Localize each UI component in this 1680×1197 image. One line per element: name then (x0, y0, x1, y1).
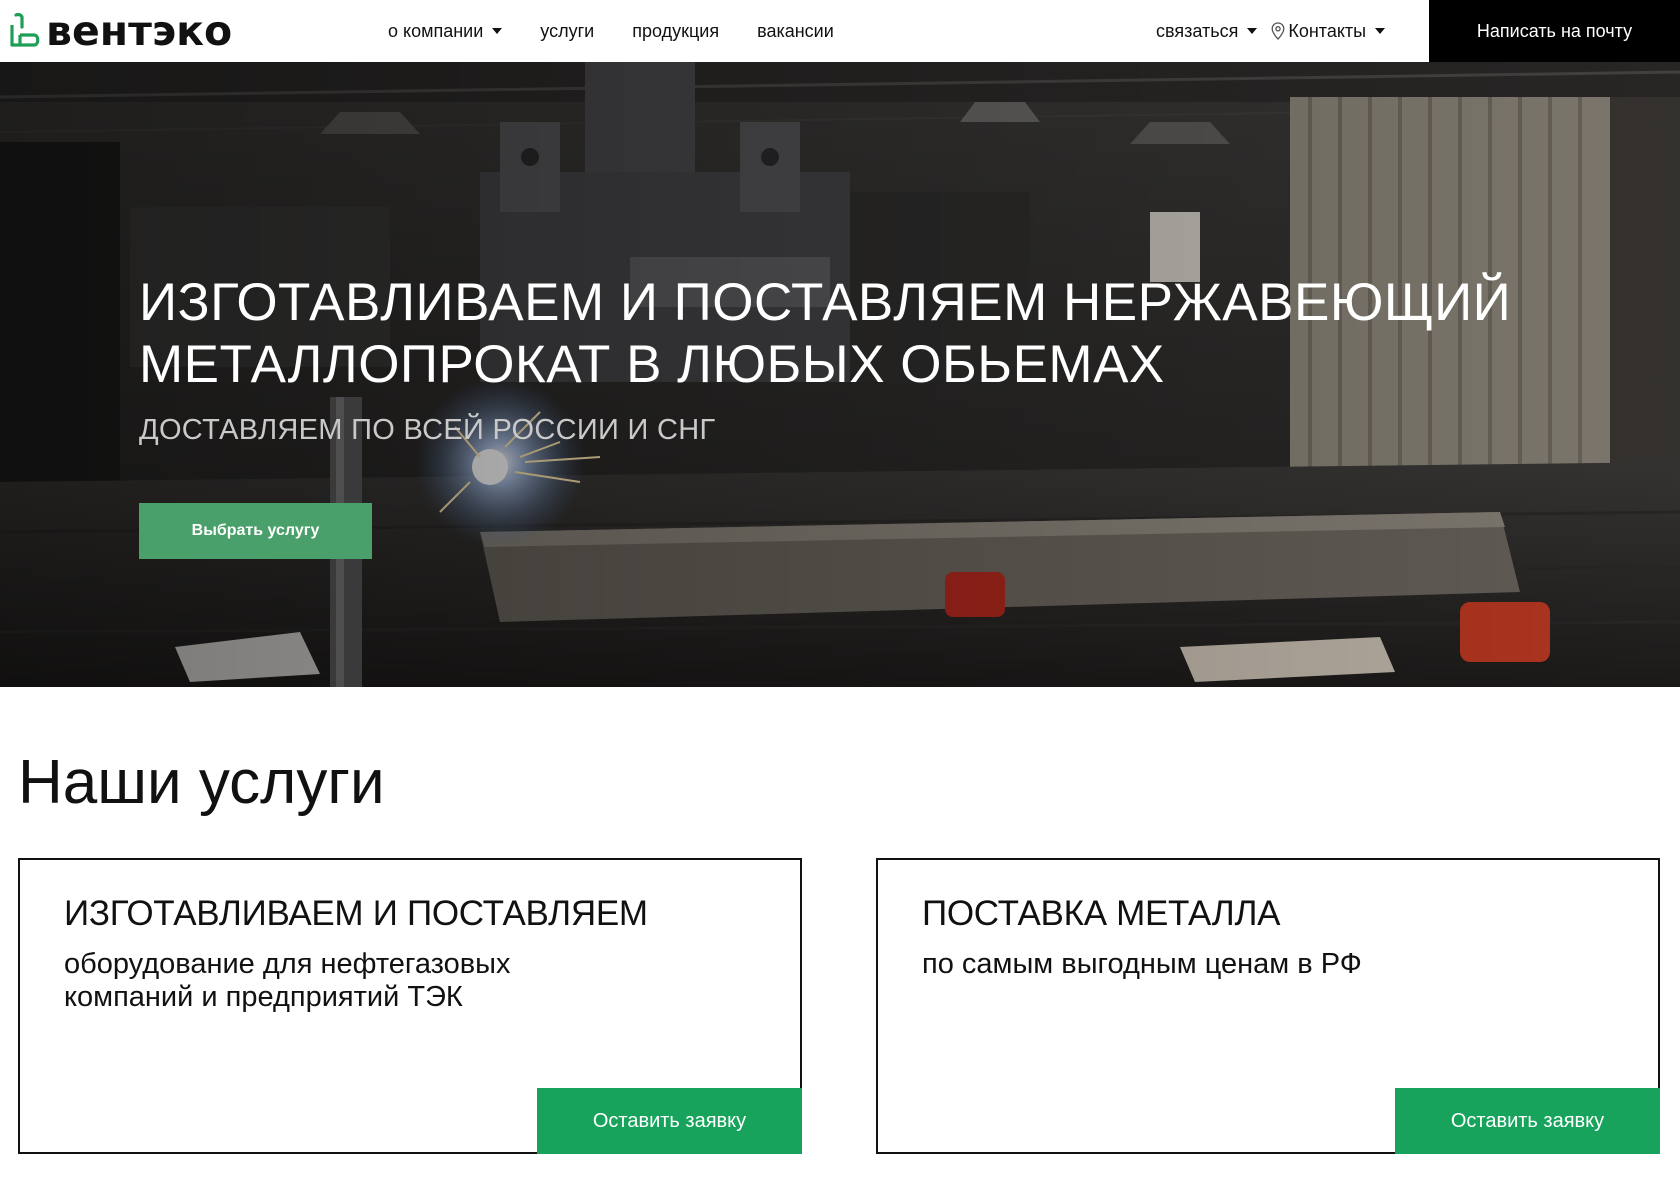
card-title: ИЗГОТАВЛИВАЕМ И ПОСТАВЛЯЕМ (64, 894, 648, 933)
contacts-label: Контакты (1288, 20, 1367, 41)
logo-text: вентэко (46, 7, 233, 55)
nav-item-label: продукция (632, 20, 720, 41)
contacts-dropdown[interactable]: Контакты (1271, 20, 1386, 42)
services-title: Наши услуги (18, 748, 385, 817)
hero-section: ИЗГОТАВЛИВАЕМ И ПОСТАВЛЯЕМ НЕРЖАВЕЮЩИЙ М… (0, 62, 1680, 687)
location-pin-icon (1271, 22, 1285, 40)
logo[interactable]: вентэко (8, 10, 232, 52)
hero-title: ИЗГОТАВЛИВАЕМ И ПОСТАВЛЯЕМ НЕРЖАВЕЮЩИЙ М… (139, 272, 1589, 396)
card-description-line-1: по самым выгодным ценам в РФ (922, 948, 1362, 980)
nav-item-about[interactable]: о компании (388, 20, 503, 42)
main-nav: о компании услуги продукция вакансии (388, 0, 872, 62)
nav-item-label: услуги (540, 20, 595, 41)
header-contacts: связаться Контакты (1156, 0, 1399, 62)
card-description-line-1: оборудование для нефтегазовых (64, 948, 511, 980)
caret-down-icon (1247, 28, 1258, 34)
card-description: по самым выгодным ценам в РФ (922, 948, 1542, 981)
nav-item-vacancies[interactable]: вакансии (757, 21, 834, 42)
submit-request-button[interactable]: Оставить заявку (537, 1088, 802, 1154)
site-header: вентэко о компании услуги продукция вака… (0, 0, 1680, 62)
nav-item-products[interactable]: продукция (632, 21, 719, 42)
service-card-metal-supply: ПОСТАВКА МЕТАЛЛА по самым выгодным ценам… (876, 858, 1660, 1154)
caret-down-icon (1375, 28, 1386, 34)
write-email-button[interactable]: Написать на почту (1429, 0, 1680, 62)
ventako-logo-icon (10, 12, 40, 47)
choose-service-button[interactable]: Выбрать услугу (139, 503, 372, 559)
hero-title-line-2: МЕТАЛЛОПРОКАТ В ЛЮБЫХ ОБЬЕМАХ (139, 335, 1165, 394)
contact-dropdown[interactable]: связаться (1156, 20, 1258, 42)
contact-label: связаться (1156, 20, 1239, 41)
nav-item-services[interactable]: услуги (540, 21, 594, 42)
submit-request-button[interactable]: Оставить заявку (1395, 1088, 1660, 1154)
hero-subtitle: ДОСТАВЛЯЕМ ПО ВСЕЙ РОССИИ И СНГ (139, 414, 716, 446)
hero-title-line-1: ИЗГОТАВЛИВАЕМ И ПОСТАВЛЯЕМ НЕРЖАВЕЮЩИЙ (139, 273, 1512, 332)
nav-item-label: о компании (388, 20, 484, 41)
card-description: оборудование для нефтегазовых компаний и… (64, 948, 684, 1014)
card-title: ПОСТАВКА МЕТАЛЛА (922, 894, 1281, 933)
nav-item-label: вакансии (757, 20, 834, 41)
card-description-line-2: компаний и предприятий ТЭК (64, 981, 463, 1013)
caret-down-icon (492, 28, 503, 34)
service-card-manufacturing: ИЗГОТАВЛИВАЕМ И ПОСТАВЛЯЕМ оборудование … (18, 858, 802, 1154)
